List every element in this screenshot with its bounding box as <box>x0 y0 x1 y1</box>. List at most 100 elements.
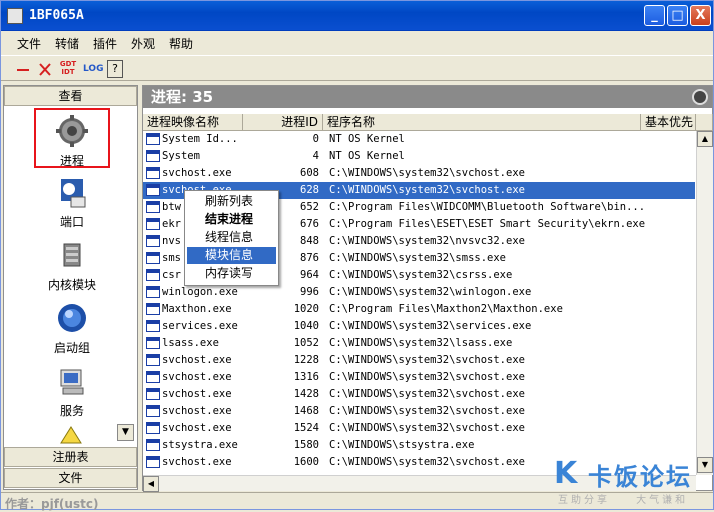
sidebar-item-port[interactable]: 端口 <box>34 171 110 231</box>
cell-path: NT OS Kernel <box>329 133 405 145</box>
cell-path: C:\WINDOWS\system32\nvsvc32.exe <box>329 235 525 247</box>
cell-path: C:\WINDOWS\system32\services.exe <box>329 320 532 332</box>
process-icon <box>146 337 160 349</box>
sidebar-item-label: 启动组 <box>53 341 90 355</box>
sidebar-header-view[interactable]: 查看 <box>4 86 137 106</box>
sidebar: 查看 进程 端口 内核模块 启动组 服务 ▼ 注册表 文件 <box>3 85 138 490</box>
service-icon <box>60 369 84 395</box>
sidebar-item-label: 端口 <box>59 215 84 229</box>
cell-path: C:\WINDOWS\system32\svchost.exe <box>329 405 525 417</box>
cell-path: C:\WINDOWS\system32\svchost.exe <box>329 422 525 434</box>
app-window: 1BF065A _ □ X 文件 转储 插件 外观 帮助 GDT IDT LOG … <box>0 0 714 511</box>
cell-pid: 1020 <box>293 303 319 315</box>
context-menu: 刷新列表 结束进程 线程信息 模块信息 内存读写 <box>184 190 279 286</box>
process-icon <box>146 133 160 145</box>
watermark-slogan: 互助分享 大气谦和 <box>558 495 689 506</box>
sidebar-item-process[interactable]: 进程 <box>34 108 110 168</box>
watermark-k: K <box>554 456 578 491</box>
watermark-logo: K 卡饭论坛 互助分享 大气谦和 <box>554 456 713 508</box>
process-icon <box>146 269 160 281</box>
sidebar-item-label: 进程 <box>59 154 84 168</box>
kill-x-icon[interactable] <box>37 60 53 78</box>
close-button[interactable]: X <box>690 5 711 26</box>
scroll-left-button[interactable]: ◀ <box>143 476 159 492</box>
cell-path: C:\WINDOWS\system32\svchost.exe <box>329 371 525 383</box>
cell-path: C:\Program Files\Maxthon2\Maxthon.exe <box>329 303 563 315</box>
gdt-idt-button[interactable]: GDT IDT <box>59 60 77 78</box>
table-row[interactable]: svchost.exe 1228 C:\WINDOWS\system32\svcho… <box>143 352 695 369</box>
vertical-scrollbar[interactable]: ▲ ▼ <box>696 131 713 475</box>
cell-path: C:\WINDOWS\system32\svchost.exe <box>329 184 525 196</box>
menu-help[interactable]: 帮助 <box>169 35 193 52</box>
column-header-program-name[interactable]: 程序名称 <box>323 114 641 131</box>
cell-pid: 1600 <box>293 456 319 468</box>
cell-pid: 1524 <box>293 422 319 434</box>
process-icon <box>146 320 160 332</box>
sidebar-item-kernel-modules[interactable]: 内核模块 <box>34 234 110 294</box>
options-icon[interactable] <box>692 89 708 105</box>
minimize-button[interactable]: _ <box>644 5 665 26</box>
process-icon <box>146 439 160 451</box>
title-bar: 1BF065A _ □ X <box>1 1 713 31</box>
maximize-button[interactable]: □ <box>667 5 688 26</box>
menu-thread-info[interactable]: 线程信息 <box>187 229 276 246</box>
sidebar-item-startup[interactable]: 启动组 <box>34 297 110 357</box>
cell-pid: 0 <box>312 133 319 145</box>
table-row[interactable]: svchost.exe 1316 C:\WINDOWS\system32\svcho… <box>143 369 695 386</box>
app-icon <box>7 8 23 24</box>
toolbar: GDT IDT LOG ? <box>1 55 713 81</box>
column-header-pid[interactable]: 进程ID <box>243 114 323 131</box>
process-icon <box>146 252 160 264</box>
menu-plugins[interactable]: 插件 <box>93 35 117 52</box>
minus-icon[interactable] <box>15 60 31 78</box>
menu-refresh-list[interactable]: 刷新列表 <box>187 193 276 210</box>
module-icon <box>63 243 81 267</box>
process-icon <box>146 235 160 247</box>
sidebar-scroll-down-button[interactable]: ▼ <box>117 424 134 441</box>
window-title: 1BF065A <box>29 8 84 23</box>
menu-memory-rw[interactable]: 内存读写 <box>187 265 276 282</box>
cell-path: C:\WINDOWS\system32\winlogon.exe <box>329 286 532 298</box>
process-count-title: 进程: 35 <box>151 88 214 106</box>
table-row[interactable]: svchost.exe 1428 C:\WINDOWS\system32\svcho… <box>143 386 695 403</box>
table-row[interactable]: winlogon.exe 996 C:\WINDOWS\system32\winlo… <box>143 284 695 301</box>
process-icon <box>146 388 160 400</box>
table-row[interactable]: stsystra.exe 1580 C:\WINDOWS\stsystra.exe <box>143 437 695 454</box>
process-icon <box>146 405 160 417</box>
menu-bar: 文件 转储 插件 外观 帮助 <box>1 32 713 54</box>
log-button[interactable]: LOG <box>83 60 103 78</box>
cell-pid: 608 <box>300 167 319 179</box>
table-row[interactable]: lsass.exe 1052 C:\WINDOWS\system32\lsass.e… <box>143 335 695 352</box>
menu-dump[interactable]: 转储 <box>55 35 79 52</box>
sidebar-item-services[interactable]: 服务 <box>34 360 110 420</box>
cell-path: NT OS Kernel <box>329 150 405 162</box>
process-icon <box>146 422 160 434</box>
table-row[interactable]: svchost.exe 1468 C:\WINDOWS\system32\svcho… <box>143 403 695 420</box>
menu-appearance[interactable]: 外观 <box>131 35 155 52</box>
table-row[interactable]: Maxthon.exe 1020 C:\Program Files\Maxthon2… <box>143 301 695 318</box>
help-button[interactable]: ? <box>107 60 123 78</box>
sidebar-header-files[interactable]: 文件 <box>4 468 137 488</box>
menu-file[interactable]: 文件 <box>17 35 41 52</box>
table-row[interactable]: System Id... 0 NT OS Kernel <box>143 131 695 148</box>
column-header-corner <box>696 114 713 131</box>
cell-path: C:\WINDOWS\system32\svchost.exe <box>329 354 525 366</box>
table-row[interactable]: services.exe 1040 C:\WINDOWS\system32\serv… <box>143 318 695 335</box>
table-row[interactable]: System 4 NT OS Kernel <box>143 148 695 165</box>
menu-module-info[interactable]: 模块信息 <box>187 247 276 264</box>
scroll-up-button[interactable]: ▲ <box>697 131 713 147</box>
cell-pid: 996 <box>300 286 319 298</box>
process-icon <box>146 354 160 366</box>
cell-pid: 4 <box>312 150 319 162</box>
table-row[interactable]: svchost.exe 608 C:\WINDOWS\system32\svchos… <box>143 165 695 182</box>
table-row[interactable]: svchost.exe 1524 C:\WINDOWS\system32\svcho… <box>143 420 695 437</box>
menu-kill-process[interactable]: 结束进程 <box>187 211 276 228</box>
column-header-base-priority[interactable]: 基本优先 <box>641 114 696 131</box>
cell-path: C:\WINDOWS\stsystra.exe <box>329 439 475 451</box>
sidebar-header-registry[interactable]: 注册表 <box>4 447 137 467</box>
cell-path: C:\WINDOWS\system32\svchost.exe <box>329 388 525 400</box>
process-icon <box>146 303 160 315</box>
cell-pid: 1468 <box>293 405 319 417</box>
column-header-image-name[interactable]: 进程映像名称 <box>143 114 243 131</box>
sidebar-item-label: 内核模块 <box>47 278 96 292</box>
